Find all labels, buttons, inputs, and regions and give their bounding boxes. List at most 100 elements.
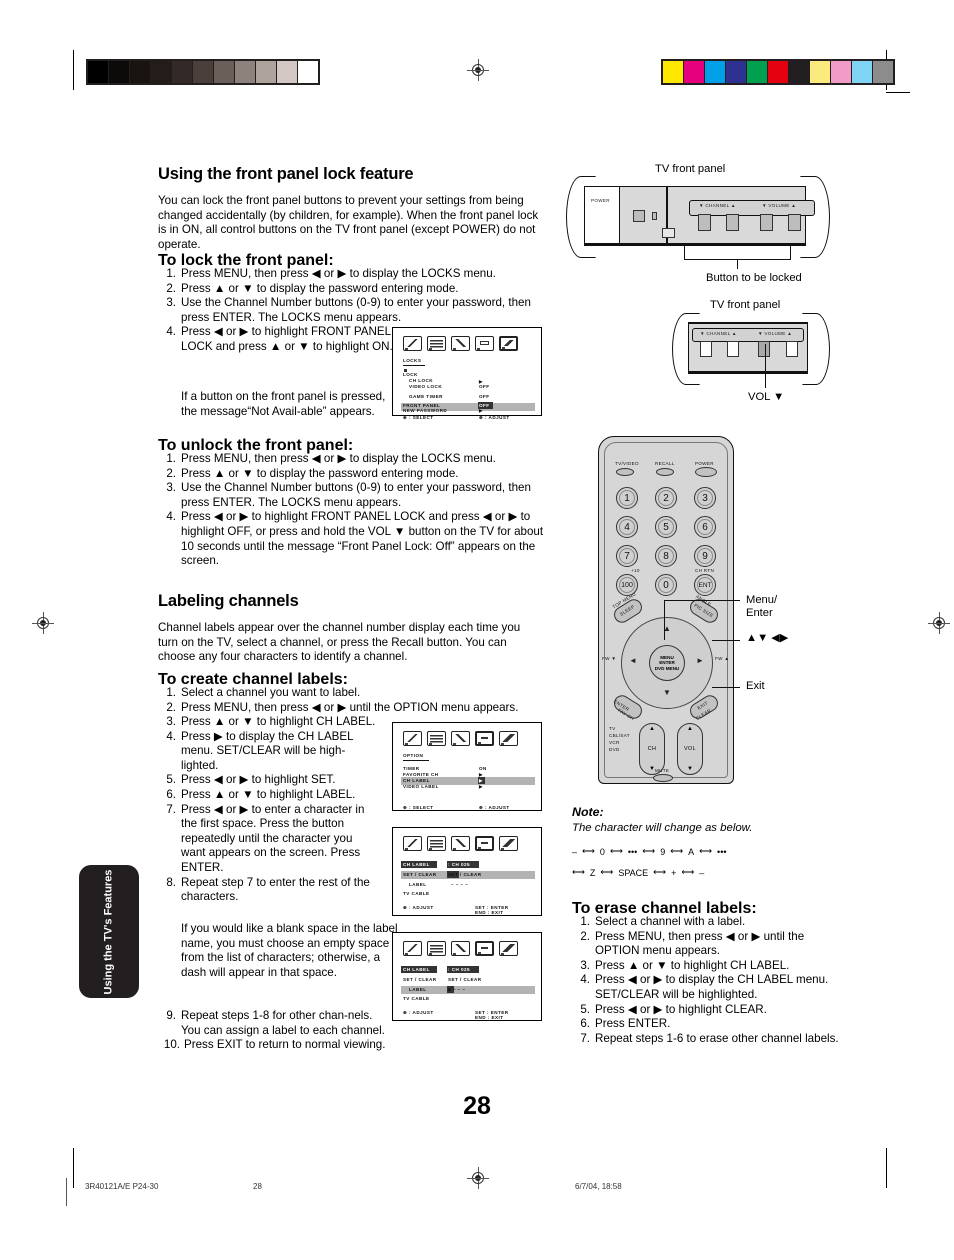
key-1[interactable]: 1	[616, 487, 638, 509]
color-swatch	[768, 61, 789, 83]
mute-button[interactable]	[653, 774, 673, 782]
osd-row-label: TIMER	[403, 766, 420, 771]
step-text: Press MENU, then press ◀ or ▶ until the …	[595, 929, 805, 958]
list-item: 3. Use the Channel Number buttons (0-9) t…	[158, 481, 550, 510]
osd-ch-label-set-inner: CH LABEL : CH 025 SET / CLEAR SET / CLEA…	[399, 833, 535, 915]
key-4[interactable]: 4	[616, 516, 638, 538]
setup-icon[interactable]	[451, 731, 470, 746]
step-text: Press MENU, then press ◀ or ▶ to display…	[181, 267, 496, 280]
locks-icon[interactable]	[499, 336, 518, 351]
key-3[interactable]: 3	[694, 487, 716, 509]
picture-icon[interactable]	[403, 731, 422, 746]
color-swatch	[852, 61, 873, 83]
volume-up-button-bottom[interactable]	[786, 341, 798, 357]
step-number: 1.	[166, 452, 176, 465]
volume-rocker[interactable]: ▲ VOL ▼	[677, 723, 703, 775]
picture-icon[interactable]	[403, 336, 422, 351]
osd-option-menu: OPTION TIMER ON FAVORITE CH ▶ CH LABEL ▶…	[392, 722, 542, 811]
step-text: Use the Channel Number buttons (0-9) to …	[181, 296, 531, 324]
character-sequence-row-1: – ⟷ 0 ⟷ ••• ⟷ 9 ⟷ A ⟷ •••	[572, 846, 892, 857]
vol-up-arrow[interactable]: ▲	[687, 726, 693, 732]
list-item: 6. Press ▲ or ▼ to highlight LABEL.	[158, 788, 380, 803]
osd-row-label: LABEL	[409, 987, 427, 992]
tv-hinge-detail	[662, 228, 675, 238]
callout-menu-line2: Enter	[746, 607, 773, 620]
volume-down-button[interactable]	[760, 214, 773, 231]
seq-char: 0	[599, 846, 605, 857]
tv-small-square-2[interactable]	[652, 212, 657, 220]
osd-row-value: ■ – – –	[448, 987, 466, 992]
option-icon[interactable]	[475, 836, 494, 851]
locks-icon[interactable]	[499, 941, 518, 956]
option-icon[interactable]	[475, 336, 494, 351]
audio-icon[interactable]	[427, 941, 446, 956]
option-icon[interactable]	[475, 731, 494, 746]
step-number: 3.	[166, 715, 176, 728]
channel-label: ▼ CHANNEL ▲	[699, 203, 736, 208]
key-0[interactable]: 0	[655, 574, 677, 596]
picture-icon[interactable]	[403, 941, 422, 956]
setup-icon[interactable]	[451, 836, 470, 851]
step-text: Press ◀ or ▶ to display the CH LABEL men…	[595, 973, 829, 1001]
picture-icon[interactable]	[403, 836, 422, 851]
key-9[interactable]: 9	[694, 545, 716, 567]
tv-left-edge-curve-bottom	[672, 313, 700, 385]
step-text: Select a channel with a label.	[595, 915, 746, 928]
key-7-label: 7	[624, 550, 630, 562]
callout-arrows-label: ▲▼ ◀▶	[746, 632, 789, 644]
crop-mark-right-top-h	[886, 92, 910, 93]
osd-footer-right: ⊕ : ADJUST	[479, 415, 510, 420]
vol-down-arrow[interactable]: ▼	[687, 766, 693, 772]
bracket-right	[790, 246, 792, 260]
locks-icon[interactable]	[499, 836, 518, 851]
list-item: 7. Press ◀ or ▶ to enter a character in t…	[158, 803, 380, 876]
seq-char: –	[572, 846, 578, 857]
step-text: Press MENU, then press ◀ or ▶ until the …	[181, 700, 519, 714]
footer-page-number: 28	[253, 1182, 262, 1191]
list-item: 10. Press EXIT to return to normal viewin…	[158, 1038, 476, 1053]
audio-icon[interactable]	[427, 336, 446, 351]
osd-footer-left: ⊕ : SELECT	[403, 415, 434, 420]
osd-title-underline	[403, 365, 425, 366]
channel-up-button[interactable]	[726, 214, 739, 231]
tv-video-button[interactable]	[616, 468, 634, 476]
key-6[interactable]: 6	[694, 516, 716, 538]
dpad-left-arrow[interactable]: ◄	[629, 656, 637, 665]
key-1-label: 1	[624, 492, 630, 504]
tv-front-panel-caption-top: TV front panel	[655, 163, 726, 175]
channel-down-button[interactable]	[698, 214, 711, 231]
greyscale-swatch	[214, 61, 235, 83]
osd-ch-label-set-menu: CH LABEL : CH 025 SET / CLEAR SET / CLEA…	[392, 827, 542, 916]
option-icon[interactable]	[475, 941, 494, 956]
direction-pad[interactable]: ▲ ▼ ◄ ► MENU ENTER DVD MENU	[621, 617, 713, 709]
audio-icon[interactable]	[427, 731, 446, 746]
key-5[interactable]: 5	[655, 516, 677, 538]
menu-enter-button[interactable]: MENU ENTER DVD MENU	[649, 645, 685, 681]
recall-button[interactable]	[656, 468, 674, 476]
channel-up-button-bottom[interactable]	[727, 341, 739, 357]
key-2[interactable]: 2	[655, 487, 677, 509]
setup-icon[interactable]	[451, 336, 470, 351]
power-button[interactable]	[695, 467, 717, 477]
key-7[interactable]: 7	[616, 545, 638, 567]
step-text: Repeat steps 1-8 for other chan-nels. Yo…	[181, 1009, 385, 1037]
step-number: 1.	[166, 267, 176, 280]
audio-icon[interactable]	[427, 836, 446, 851]
locks-icon[interactable]	[499, 731, 518, 746]
setup-icon[interactable]	[451, 941, 470, 956]
key-8[interactable]: 8	[655, 545, 677, 567]
footer-document-code: 3R40121A/E P24-30	[85, 1182, 159, 1191]
osd-title: LOCKS	[403, 358, 422, 363]
create-steps-list-b: 3. Press ▲ or ▼ to highlight CH LABEL. 4.…	[158, 715, 380, 905]
dpad-down-arrow[interactable]: ▼	[663, 688, 671, 697]
volume-down-button-bottom[interactable]	[758, 341, 770, 357]
list-item: 9. Repeat steps 1-8 for other chan-nels. …	[158, 1009, 386, 1038]
list-item: 4. Press ▶ to display the CH LABEL menu. …	[158, 730, 380, 774]
step-number: 8.	[166, 875, 176, 889]
osd-ch-label-label-menu: CH LABEL : CH 025 SET / CLEAR SET / CLEA…	[392, 932, 542, 1021]
ch-up-arrow[interactable]: ▲	[649, 726, 655, 732]
tv-small-square-1[interactable]	[633, 210, 645, 222]
channel-down-button-bottom[interactable]	[700, 341, 712, 357]
step-text: Press ◀ or ▶ to highlight FRONT PANEL LO…	[181, 510, 544, 568]
dpad-right-arrow[interactable]: ►	[696, 656, 704, 665]
